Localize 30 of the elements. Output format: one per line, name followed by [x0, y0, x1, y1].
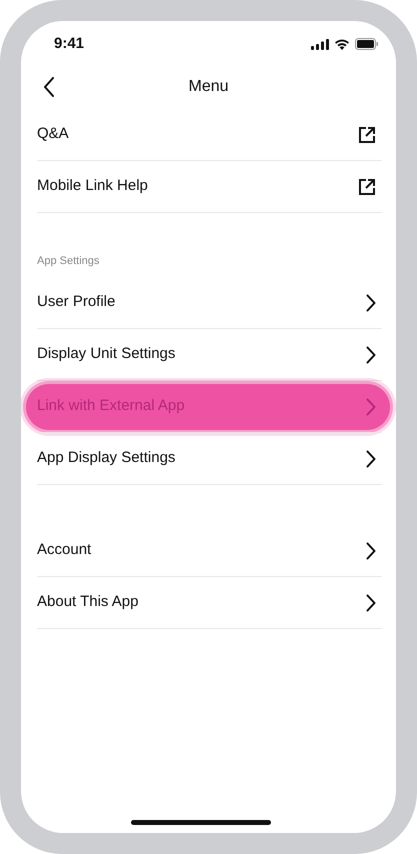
menu-item-label: Q&A: [37, 124, 69, 144]
menu-item[interactable]: Display Unit Settings: [37, 329, 382, 381]
menu-item[interactable]: Q&A: [37, 109, 382, 161]
chevron-icon: [366, 294, 376, 312]
signal-icon: [311, 38, 329, 50]
menu-item-label: Account: [37, 540, 92, 560]
wifi-icon: [334, 38, 350, 50]
chevron-icon: [366, 542, 376, 560]
status-time: 9:41: [54, 34, 84, 54]
menu-item-label: Mobile Link Help: [37, 176, 148, 196]
section-header: App Settings: [37, 254, 100, 269]
chevron-icon: [366, 594, 376, 612]
chevron-icon: [366, 450, 376, 468]
external-link-icon: [358, 178, 376, 196]
menu-item[interactable]: User Profile: [37, 277, 382, 329]
menu-item-label: Display Unit Settings: [37, 344, 176, 364]
back-icon: [43, 77, 55, 97]
screen-title: Menu: [188, 77, 229, 97]
menu-item-label: About This App: [37, 592, 138, 612]
external-link-icon: [358, 126, 376, 144]
menu-item[interactable]: About This App: [37, 577, 382, 629]
battery-icon: [355, 38, 379, 50]
chevron-icon: [366, 398, 376, 416]
chevron-icon: [366, 346, 376, 364]
menu-item[interactable]: App Display Settings: [37, 433, 382, 485]
menu-item-label: App Display Settings: [37, 448, 176, 468]
menu-item-label: Link with External App: [37, 396, 185, 416]
menu-item[interactable]: Mobile Link Help: [37, 161, 382, 213]
menu-item-label: User Profile: [37, 292, 116, 312]
menu-item[interactable]: Account: [37, 525, 382, 577]
